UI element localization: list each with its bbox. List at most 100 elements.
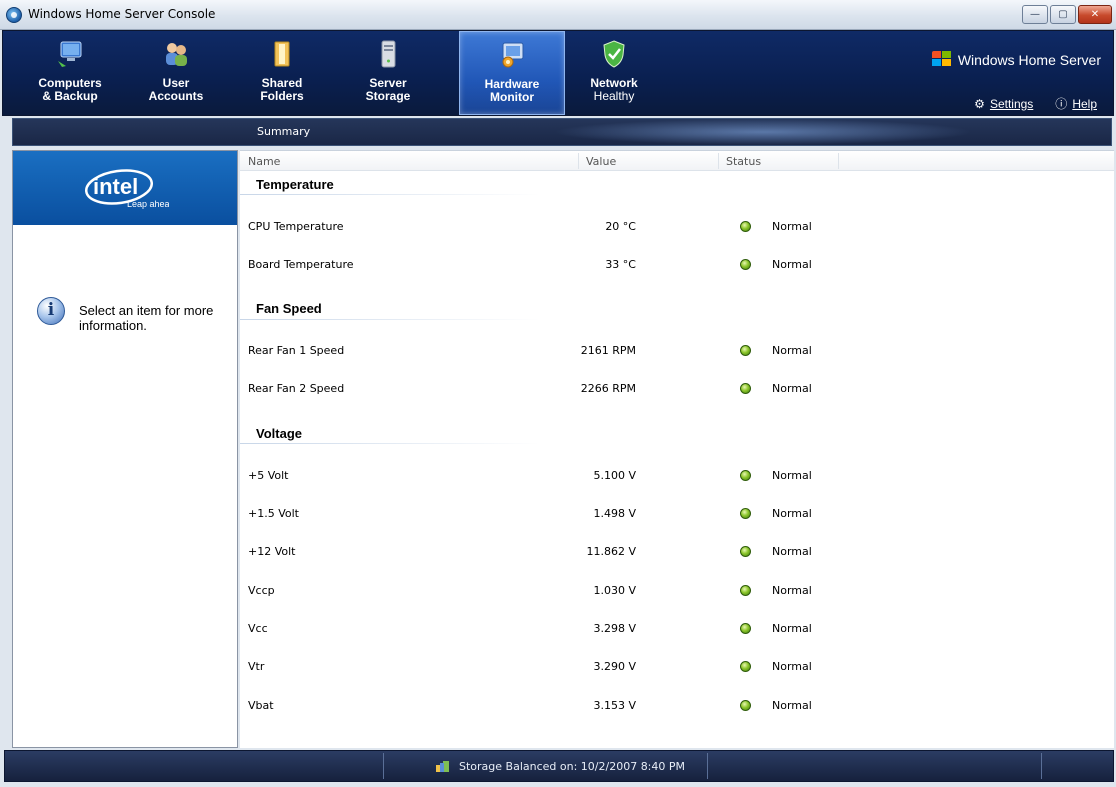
table-row[interactable]: +12 Volt 11.862 V Normal — [240, 542, 1114, 562]
row-status: Normal — [772, 622, 812, 635]
column-value[interactable]: Value — [586, 155, 616, 168]
table-row[interactable]: +1.5 Volt 1.498 V Normal — [240, 504, 1114, 524]
status-ok-icon — [740, 221, 751, 232]
row-name: Vccp — [248, 584, 275, 597]
row-value: 20 °C — [605, 220, 636, 233]
column-status[interactable]: Status — [726, 155, 761, 168]
table-row[interactable]: Vbat 3.153 V Normal — [240, 696, 1114, 716]
title-bar: Windows Home Server Console — ▢ ✕ — [0, 0, 1116, 30]
window-title: Windows Home Server Console — [28, 7, 216, 21]
close-button[interactable]: ✕ — [1078, 5, 1112, 24]
table-row[interactable]: Vtr 3.290 V Normal — [240, 657, 1114, 677]
section-voltage: Voltage — [256, 426, 302, 441]
row-name: CPU Temperature — [248, 220, 344, 233]
row-status: Normal — [772, 699, 812, 712]
tab-network[interactable]: Network Healthy — [561, 31, 667, 115]
status-ok-icon — [740, 345, 751, 356]
status-bar: Storage Balanced on: 10/2/2007 8:40 PM — [4, 750, 1114, 782]
tab-user-accounts[interactable]: User Accounts — [123, 31, 229, 115]
info-icon — [37, 297, 65, 325]
table-row[interactable]: Vccp 1.030 V Normal — [240, 581, 1114, 601]
shared-folders-icon — [274, 41, 290, 67]
row-value: 5.100 V — [593, 469, 636, 482]
storage-status-text: Storage Balanced on: 10/2/2007 8:40 PM — [459, 759, 686, 773]
windows-flag-icon — [931, 51, 952, 68]
tab-shared-folders[interactable]: Shared Folders — [229, 31, 335, 115]
column-header: Name Value Status — [240, 151, 1114, 171]
row-status: Normal — [772, 344, 812, 357]
section-fan-speed: Fan Speed — [256, 301, 322, 316]
storage-balanced-icon — [436, 761, 449, 772]
header-links: ⚙ Settings ⓘ Help — [974, 95, 1097, 112]
brand-text: Windows Home Server — [957, 51, 1101, 68]
tab-server-storage[interactable]: Server Storage — [335, 31, 441, 115]
info-text: Select an item for more information. — [79, 303, 214, 333]
table-row[interactable]: CPU Temperature 20 °C Normal — [240, 217, 1114, 237]
row-value: 33 °C — [605, 258, 636, 271]
tab-summary[interactable]: Summary — [257, 125, 310, 138]
row-value: 2266 RPM — [580, 382, 636, 395]
table-row[interactable]: Rear Fan 1 Speed 2161 RPM Normal — [240, 341, 1114, 361]
row-value: 2161 RPM — [580, 344, 636, 357]
help-label: Help — [1072, 96, 1097, 111]
status-ok-icon — [740, 546, 751, 557]
app-icon — [6, 7, 22, 23]
users-icon — [166, 43, 187, 66]
table-row[interactable]: Rear Fan 2 Speed 2266 RPM Normal — [240, 379, 1114, 399]
row-status: Normal — [772, 507, 812, 520]
row-status: Normal — [772, 660, 812, 673]
row-name: Vtr — [248, 660, 265, 673]
help-icon: ⓘ — [1055, 97, 1068, 111]
row-status: Normal — [772, 584, 812, 597]
row-status: Normal — [772, 220, 812, 233]
column-name[interactable]: Name — [248, 155, 280, 168]
row-name: +5 Volt — [248, 469, 289, 482]
server-storage-icon — [381, 40, 396, 68]
tab-label: User Accounts — [148, 76, 204, 103]
row-status: Normal — [772, 382, 812, 395]
row-name: Rear Fan 2 Speed — [248, 382, 345, 395]
svg-text:Leap ahead: Leap ahead — [127, 199, 169, 209]
storage-status: Storage Balanced on: 10/2/2007 8:40 PM — [435, 759, 685, 773]
hardware-monitor-icon — [502, 42, 524, 68]
status-ok-icon — [740, 470, 751, 481]
settings-link[interactable]: ⚙ Settings — [974, 95, 1033, 112]
help-link[interactable]: ⓘ Help — [1055, 95, 1097, 112]
row-value: 1.030 V — [593, 584, 636, 597]
network-shield-icon — [603, 40, 625, 68]
status-ok-icon — [740, 383, 751, 394]
row-value: 11.862 V — [586, 545, 636, 558]
status-ok-icon — [740, 259, 751, 270]
status-ok-icon — [740, 585, 751, 596]
table-row[interactable]: Board Temperature 33 °C Normal — [240, 255, 1114, 275]
tab-label: Hardware Monitor — [484, 77, 540, 104]
row-name: Rear Fan 1 Speed — [248, 344, 345, 357]
maximize-button[interactable]: ▢ — [1050, 5, 1076, 24]
row-value: 3.153 V — [593, 699, 636, 712]
minimize-button[interactable]: — — [1022, 5, 1048, 24]
brand: Windows Home Server — [931, 51, 1101, 68]
hardware-table: Name Value Status Temperature CPU Temper… — [240, 150, 1114, 748]
tab-hardware-monitor[interactable]: Hardware Monitor — [459, 31, 565, 115]
row-name: +1.5 Volt — [248, 507, 299, 520]
tab-computers-backup[interactable]: Computers & Backup — [17, 31, 123, 115]
status-ok-icon — [740, 700, 751, 711]
computers-icon — [58, 41, 82, 67]
row-status: Normal — [772, 545, 812, 558]
row-name: Board Temperature — [248, 258, 354, 271]
row-name: Vbat — [248, 699, 274, 712]
left-panel: intel Leap ahead Select an item for more… — [12, 150, 238, 748]
tab-label: Server Storage — [365, 76, 411, 103]
row-status: Normal — [772, 258, 812, 271]
table-row[interactable]: +5 Volt 5.100 V Normal — [240, 466, 1114, 486]
settings-label: Settings — [989, 96, 1034, 111]
row-name: Vcc — [248, 622, 268, 635]
row-name: +12 Volt — [248, 545, 296, 558]
window-controls: — ▢ ✕ — [1022, 5, 1112, 24]
gear-icon: ⚙ — [974, 96, 985, 111]
row-value: 3.290 V — [593, 660, 636, 673]
info-message: Select an item for more information. — [37, 297, 219, 333]
section-temperature: Temperature — [256, 177, 334, 192]
table-row[interactable]: Vcc 3.298 V Normal — [240, 619, 1114, 639]
tab-label: Computers & Backup — [38, 76, 102, 103]
